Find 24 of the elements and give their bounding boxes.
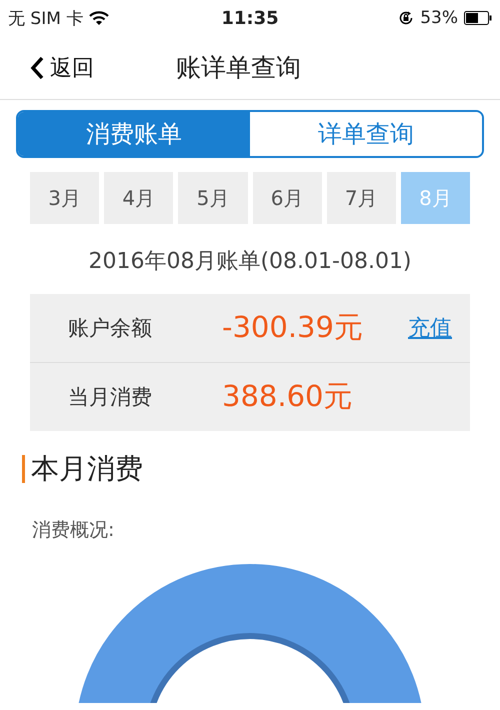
summary-label: 账户余额: [68, 315, 153, 342]
back-button[interactable]: 返回: [30, 52, 94, 82]
section-title: 本月消费: [31, 451, 143, 487]
month-tab[interactable]: 7月: [326, 172, 396, 224]
chart-subtitle: 消费概况:: [32, 518, 116, 543]
recharge-link[interactable]: 充值: [408, 313, 452, 343]
back-chevron-icon: [30, 56, 44, 80]
battery-percent: 53%: [420, 8, 458, 28]
section-marker: [22, 455, 25, 483]
month-tab[interactable]: 3月: [30, 172, 100, 224]
summary-label: 当月消费: [68, 384, 153, 411]
page-title: 账详单查询: [176, 52, 301, 84]
summary-value: -300.39元: [222, 309, 364, 346]
month-tab[interactable]: 4月: [104, 172, 174, 224]
wifi-icon: [89, 10, 110, 26]
segment-tab[interactable]: 消费账单: [18, 112, 250, 156]
bill-period: 2016年08月账单(08.01-08.01): [87, 248, 413, 276]
rotation-lock-icon: [398, 10, 414, 26]
month-tab[interactable]: 5月: [178, 172, 248, 224]
summary-value: 388.60元: [222, 378, 354, 415]
status-time: 11:35: [221, 8, 279, 28]
battery-icon: [464, 11, 492, 25]
carrier-label: 无 SIM 卡: [8, 8, 84, 30]
month-tab[interactable]: 6月: [252, 172, 322, 224]
